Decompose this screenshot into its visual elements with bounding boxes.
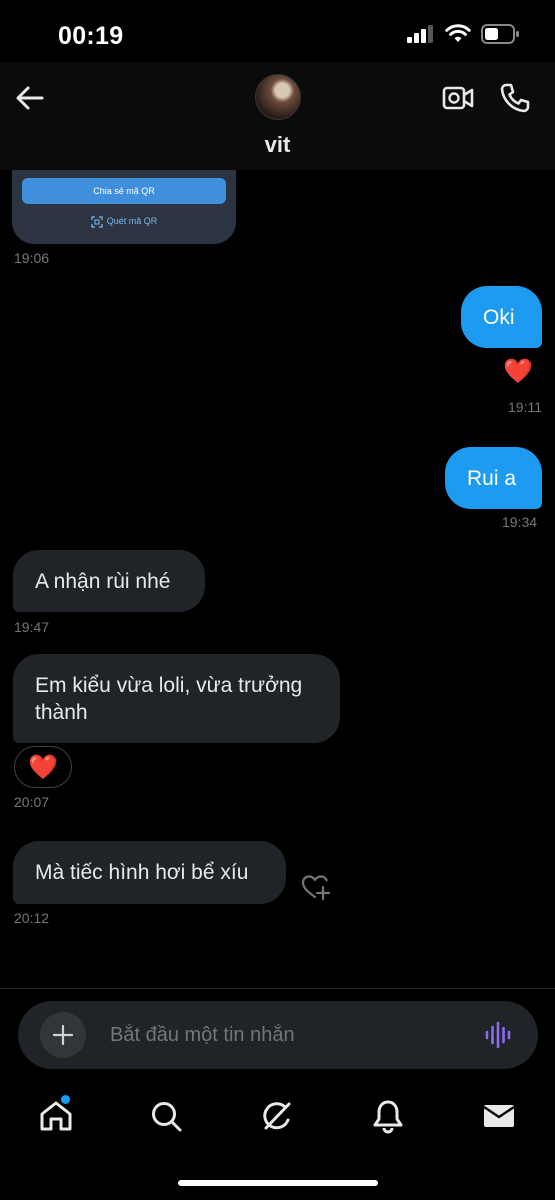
share-qr-button[interactable]: Chia sẻ mã QR	[22, 178, 226, 204]
phone-icon[interactable]	[499, 82, 531, 114]
plus-icon	[52, 1024, 74, 1046]
heart-reaction-pill[interactable]: ❤️	[14, 746, 72, 788]
message-text: Rui a	[467, 466, 517, 490]
battery-icon	[481, 24, 519, 44]
avatar[interactable]	[255, 74, 301, 120]
chat-header: vit	[0, 62, 555, 170]
home-indicator	[178, 1180, 378, 1186]
add-media-button[interactable]	[40, 1012, 86, 1058]
home-icon[interactable]	[38, 1098, 74, 1134]
message-composer	[18, 1001, 538, 1069]
bell-icon[interactable]	[370, 1098, 406, 1134]
message-timestamp: 19:47	[14, 619, 50, 635]
wifi-icon	[445, 24, 471, 42]
incoming-message-bubble[interactable]: A nhận rùi nhé	[13, 550, 205, 612]
mail-icon[interactable]	[481, 1098, 517, 1134]
message-text: Oki	[483, 305, 515, 329]
message-text-line: Em kiểu vừa loli, vừa trưởng	[35, 673, 303, 697]
status-icons	[407, 24, 519, 44]
scan-qr-label: Quét mã QR	[106, 216, 158, 226]
status-bar: 00:19	[0, 0, 555, 70]
message-timestamp: 19:11	[508, 399, 542, 415]
status-time: 00:19	[58, 22, 124, 50]
home-notification-dot	[61, 1095, 70, 1104]
message-timestamp: 19:34	[502, 514, 538, 530]
incoming-message-bubble[interactable]: Em kiểu vừa loli, vừa trưởng thành	[13, 654, 340, 743]
qr-scan-icon	[91, 216, 103, 228]
qr-share-card[interactable]: Chia sẻ mã QR Quét mã QR	[12, 170, 236, 244]
voice-wave-icon[interactable]	[484, 1021, 512, 1049]
message-text-line: thành	[35, 700, 88, 724]
heart-reaction[interactable]: ❤️	[503, 358, 533, 386]
search-icon[interactable]	[148, 1098, 184, 1134]
composer-divider	[0, 988, 555, 989]
message-timestamp: 19:06	[14, 250, 50, 266]
message-text: Mà tiếc hình hơi bể xíu	[35, 861, 249, 884]
scan-qr-link[interactable]: Quét mã QR	[12, 214, 236, 228]
heart-plus-icon[interactable]	[300, 872, 330, 902]
grok-icon[interactable]	[259, 1098, 295, 1134]
message-input[interactable]	[110, 1001, 470, 1069]
back-arrow-icon[interactable]	[14, 82, 46, 114]
heart-reaction: ❤️	[28, 753, 58, 781]
incoming-message-bubble[interactable]: Mà tiếc hình hơi bể xíu	[13, 841, 286, 904]
message-timestamp: 20:07	[14, 794, 50, 810]
outgoing-message-bubble[interactable]: Rui a	[445, 447, 542, 509]
signal-icon	[407, 25, 433, 43]
message-timestamp: 20:12	[14, 910, 50, 926]
contact-name[interactable]: vit	[0, 132, 555, 158]
video-call-icon[interactable]	[442, 82, 474, 114]
outgoing-message-bubble[interactable]: Oki	[461, 286, 542, 348]
message-text: A nhận rùi nhé	[35, 569, 171, 593]
